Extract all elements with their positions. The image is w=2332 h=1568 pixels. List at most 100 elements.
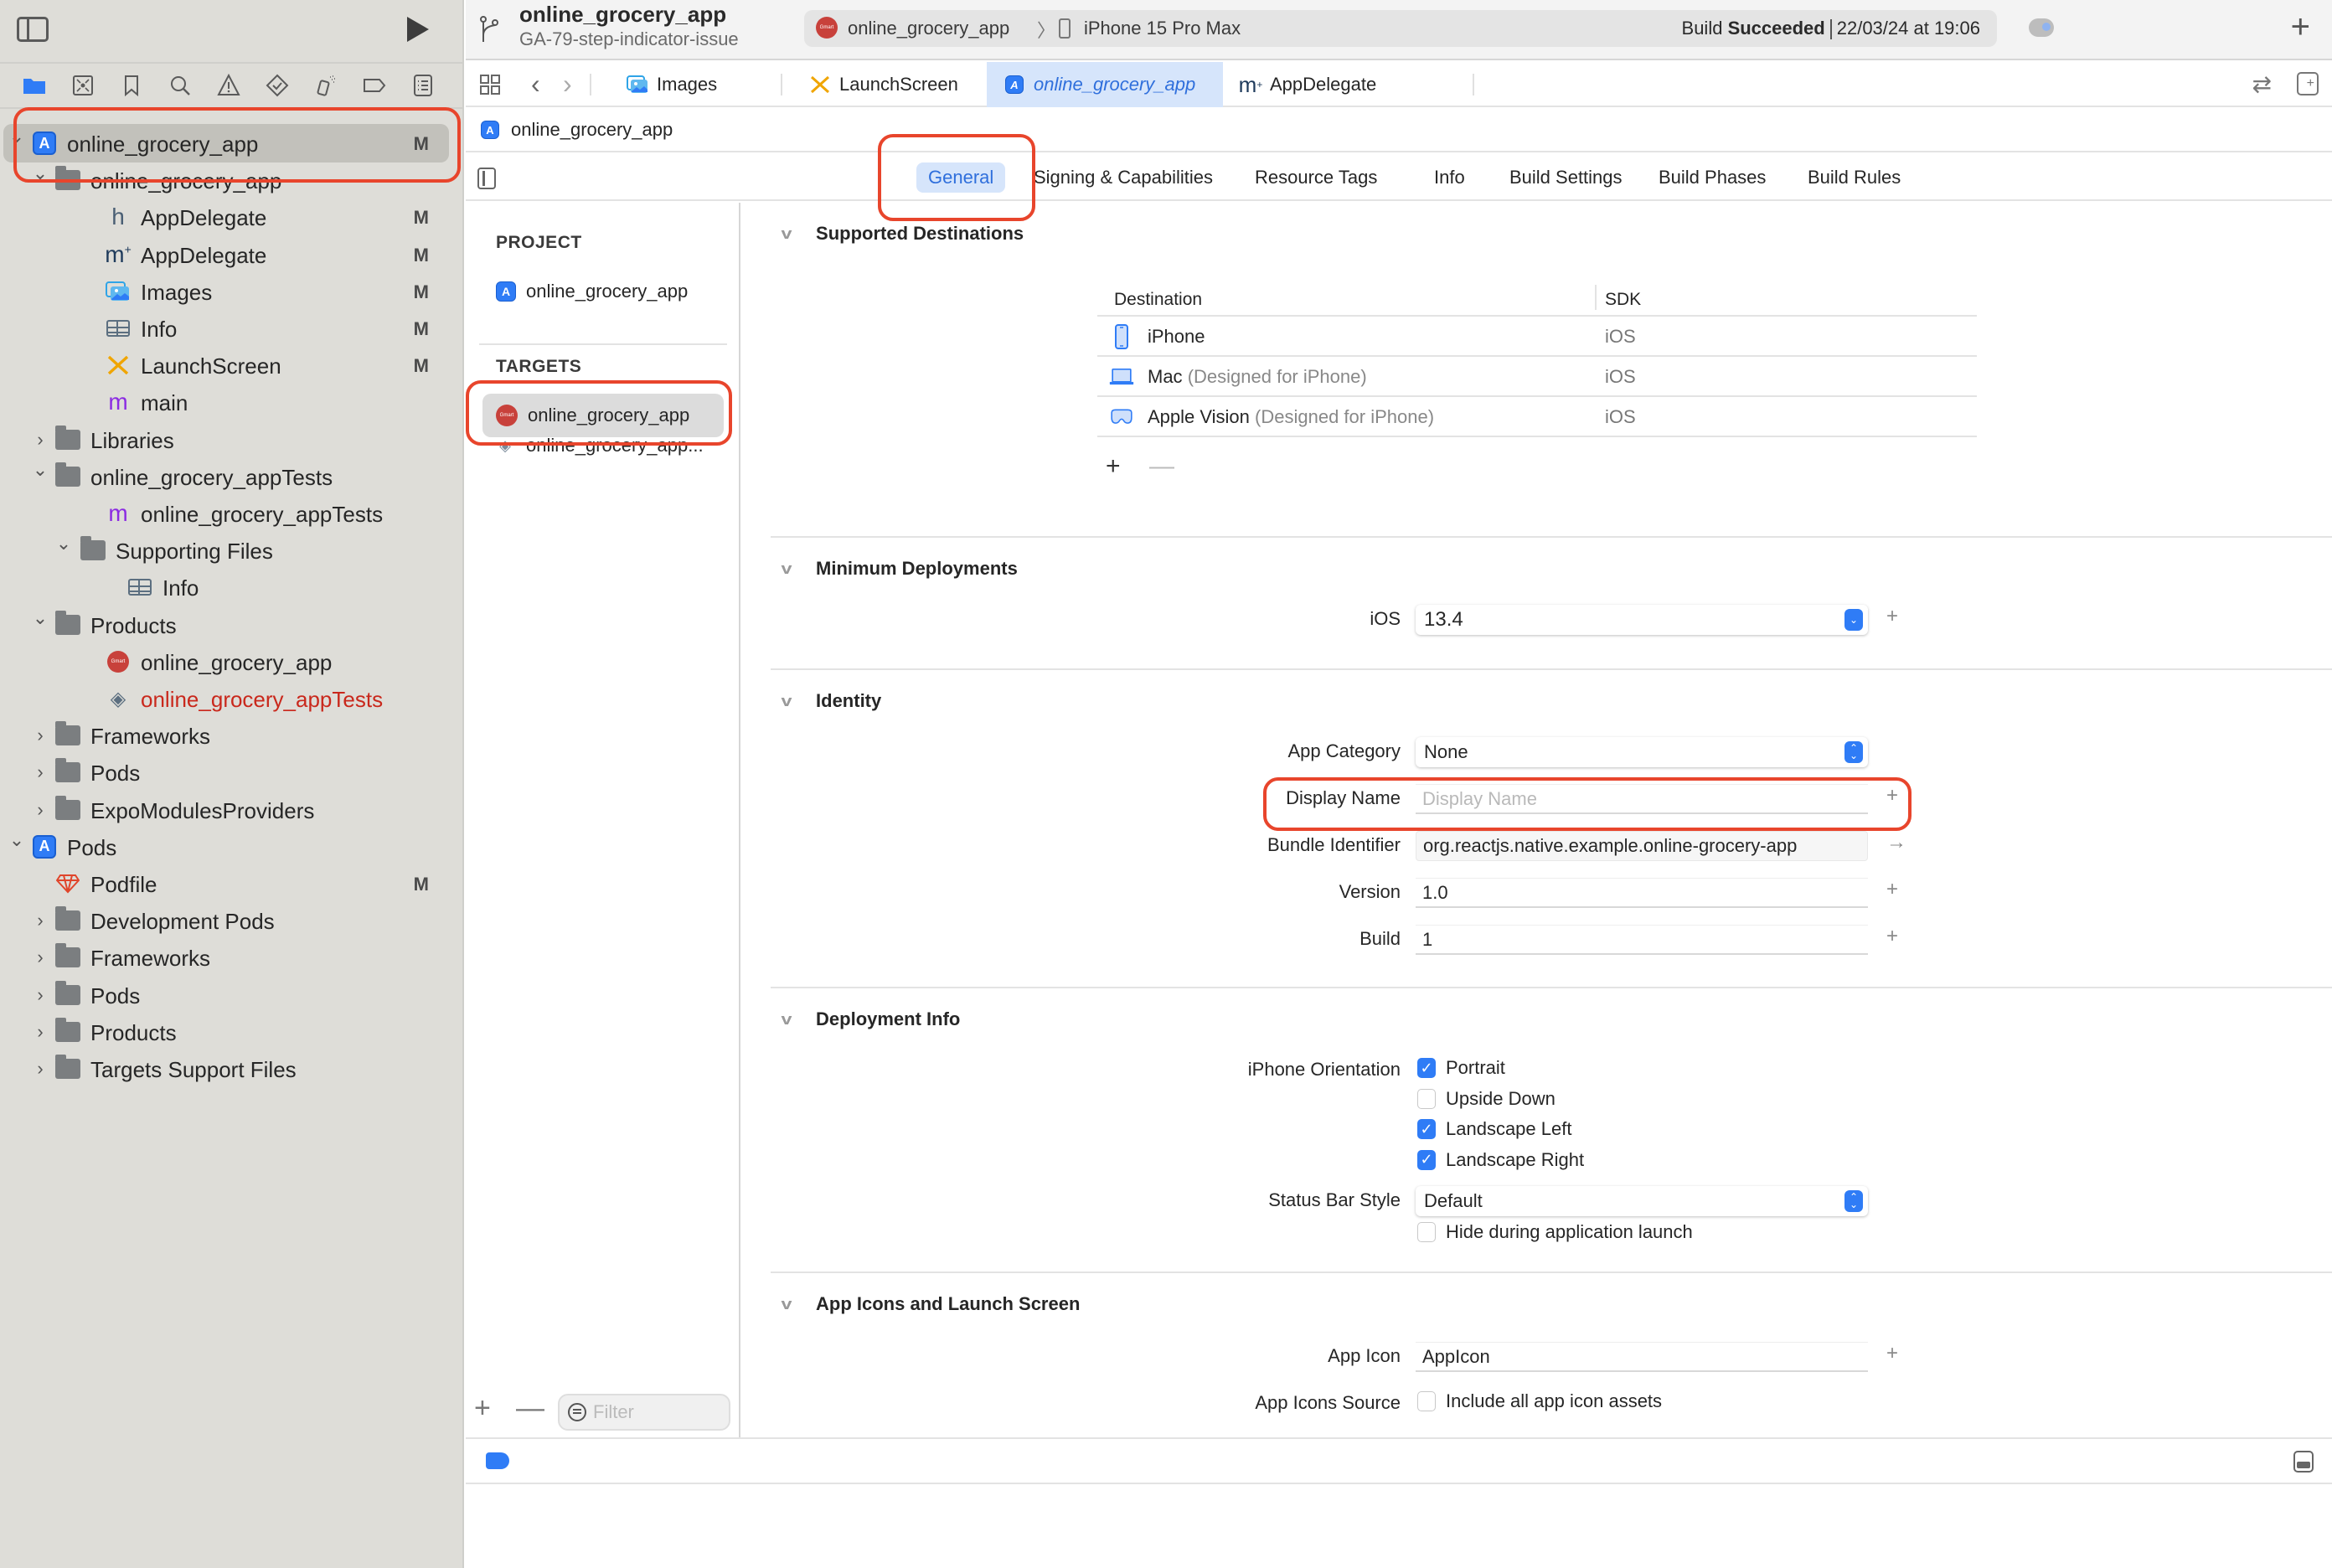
- chevron-right-icon[interactable]: ›: [32, 1058, 49, 1079]
- chevron-down-icon[interactable]: ⌄: [32, 162, 49, 183]
- breakpoints-toggle-icon[interactable]: [486, 1452, 509, 1469]
- display-name-add-button[interactable]: +: [1886, 784, 1898, 807]
- tree-group[interactable]: ⌄ Aonline_grocery_app M: [0, 125, 464, 162]
- version-add-button[interactable]: +: [1886, 878, 1898, 901]
- orientation-checkbox-upside-down[interactable]: Upside Down: [1417, 1088, 1556, 1110]
- project-item[interactable]: A online_grocery_app: [482, 270, 724, 313]
- chevron-right-icon[interactable]: ›: [32, 799, 49, 820]
- chevron-down-icon[interactable]: ⌄: [32, 459, 49, 480]
- tree-group[interactable]: › ExpoModulesProviders: [0, 792, 464, 828]
- section-identity[interactable]: v Identity: [781, 690, 881, 712]
- tab-build-settings[interactable]: Build Settings: [1498, 162, 1634, 193]
- add-destination-button[interactable]: +: [1106, 452, 1121, 481]
- table-row[interactable]: iPhone iOS: [1097, 317, 1977, 357]
- tree-file[interactable]: LaunchScreen M: [0, 347, 464, 384]
- tree-file[interactable]: Gmart online_grocery_app: [0, 643, 464, 680]
- hide-status-bar-checkbox[interactable]: Hide during application launch: [1417, 1221, 1693, 1243]
- breakpoint-icon[interactable]: [350, 69, 399, 102]
- tree-group[interactable]: › Products: [0, 1014, 464, 1050]
- arrow-right-icon[interactable]: →: [1886, 831, 1906, 854]
- console-toggle-icon[interactable]: [2293, 1451, 2314, 1473]
- report-icon[interactable]: [399, 69, 447, 102]
- scheme-selector[interactable]: online_grocery_app: [848, 18, 1009, 39]
- target-item[interactable]: ◈ online_grocery_app...: [482, 429, 724, 462]
- sidebar-toggle-icon[interactable]: [17, 17, 49, 42]
- checkbox[interactable]: ✓: [1417, 1149, 1436, 1170]
- version-field[interactable]: 1.0: [1416, 878, 1868, 908]
- tree-group[interactable]: › Pods: [0, 754, 464, 791]
- app-category-select[interactable]: None ⌃ ⌄: [1416, 737, 1868, 767]
- checkbox[interactable]: [1417, 1222, 1436, 1242]
- column-header-sdk[interactable]: SDK: [1605, 290, 1641, 310]
- cloud-icon[interactable]: [2029, 18, 2054, 37]
- tree-group[interactable]: › Frameworks: [0, 939, 464, 976]
- tree-group[interactable]: › Targets Support Files: [0, 1050, 464, 1087]
- table-row[interactable]: Apple Vision (Designed for iPhone) iOS: [1097, 397, 1977, 437]
- tab-build-rules[interactable]: Build Rules: [1796, 162, 1912, 193]
- tree-group[interactable]: ⌄ Products: [0, 606, 464, 643]
- remove-destination-button[interactable]: —: [1149, 452, 1174, 481]
- chevron-down-icon[interactable]: ⌄: [8, 829, 25, 850]
- tab-resource-tags[interactable]: Resource Tags: [1243, 162, 1389, 193]
- source-control-icon[interactable]: [59, 69, 107, 102]
- project-title[interactable]: online_grocery_app: [519, 2, 726, 28]
- filter-input[interactable]: Filter: [558, 1394, 730, 1431]
- tree-group[interactable]: › Libraries: [0, 421, 464, 458]
- tree-file[interactable]: Info: [0, 569, 464, 606]
- add-button[interactable]: +: [2291, 10, 2310, 44]
- chevron-right-icon[interactable]: ›: [32, 429, 49, 450]
- remove-target-button[interactable]: —: [516, 1392, 544, 1425]
- chevron-right-icon[interactable]: ›: [32, 946, 49, 967]
- tree-file[interactable]: m main: [0, 384, 464, 420]
- branch-name[interactable]: GA-79-step-indicator-issue: [519, 28, 739, 50]
- chevron-down-icon[interactable]: ⌄: [55, 533, 72, 554]
- orientation-checkbox-landscape-left[interactable]: ✓ Landscape Left: [1417, 1118, 1571, 1140]
- checkbox[interactable]: ✓: [1417, 1119, 1436, 1139]
- tree-group[interactable]: ⌄ A Pods: [0, 828, 464, 865]
- section-app-icons[interactable]: v App Icons and Launch Screen: [781, 1293, 1080, 1315]
- bookmark-icon[interactable]: [107, 69, 156, 102]
- tree-group[interactable]: ⌄ Supporting Files: [0, 532, 464, 569]
- test-icon[interactable]: [253, 69, 302, 102]
- tree-group[interactable]: ⌄ online_grocery_appTests: [0, 458, 464, 495]
- checkbox[interactable]: ✓: [1417, 1058, 1436, 1078]
- tree-group[interactable]: ⌄ online_grocery_app: [0, 162, 464, 199]
- back-icon[interactable]: ‹: [531, 69, 540, 100]
- tree-file[interactable]: m online_grocery_appTests: [0, 495, 464, 532]
- section-minimum-deployments[interactable]: v Minimum Deployments: [781, 558, 1017, 580]
- run-button[interactable]: [407, 17, 429, 42]
- folder-icon[interactable]: [10, 69, 59, 102]
- tree-file[interactable]: Podfile M: [0, 865, 464, 902]
- search-icon[interactable]: [156, 69, 204, 102]
- section-supported-destinations[interactable]: v Supported Destinations: [781, 223, 1024, 245]
- chevron-right-icon[interactable]: ›: [32, 725, 49, 745]
- status-bar-style-select[interactable]: Default ⌃ ⌄: [1416, 1186, 1868, 1216]
- display-name-field[interactable]: Display Name: [1416, 784, 1868, 814]
- tab-info[interactable]: Info: [1422, 162, 1477, 193]
- app-icon-field[interactable]: AppIcon: [1416, 1342, 1868, 1372]
- tree-group[interactable]: › Pods: [0, 977, 464, 1014]
- chevron-right-icon[interactable]: ›: [32, 984, 49, 1005]
- tree-file[interactable]: m+ AppDelegate M: [0, 236, 464, 273]
- tree-group[interactable]: › Frameworks: [0, 717, 464, 754]
- warning-icon[interactable]: [204, 69, 253, 102]
- tree-group[interactable]: › Development Pods: [0, 902, 464, 939]
- chevron-down-icon[interactable]: ⌄: [8, 126, 25, 147]
- tab-build-phases[interactable]: Build Phases: [1647, 162, 1777, 193]
- table-row[interactable]: Mac (Designed for iPhone) iOS: [1097, 357, 1977, 397]
- include-all-icons-checkbox[interactable]: Include all app icon assets: [1417, 1390, 1662, 1412]
- bundle-identifier-field[interactable]: org.reactjs.native.example.online-grocer…: [1416, 831, 1868, 861]
- tree-file[interactable]: Images M: [0, 273, 464, 310]
- hide-targets-panel-icon[interactable]: [477, 168, 496, 189]
- orientation-checkbox-portrait[interactable]: ✓ Portrait: [1417, 1057, 1505, 1079]
- tab-online-grocery-app[interactable]: A online_grocery_app: [987, 62, 1223, 107]
- tree-file[interactable]: ◈ online_grocery_appTests: [0, 680, 464, 717]
- ios-deployment-target-select[interactable]: 13.4 ⌄: [1416, 605, 1868, 635]
- add-deployment-button[interactable]: +: [1886, 605, 1898, 628]
- swap-icon[interactable]: ⇄: [2252, 70, 2272, 98]
- tab-signing-capabilities[interactable]: Signing & Capabilities: [1022, 162, 1225, 193]
- tab-images[interactable]: Images: [610, 62, 769, 107]
- chevron-right-icon[interactable]: ›: [32, 910, 49, 931]
- forward-icon[interactable]: ›: [563, 69, 572, 100]
- chevron-down-icon[interactable]: ⌄: [32, 607, 49, 628]
